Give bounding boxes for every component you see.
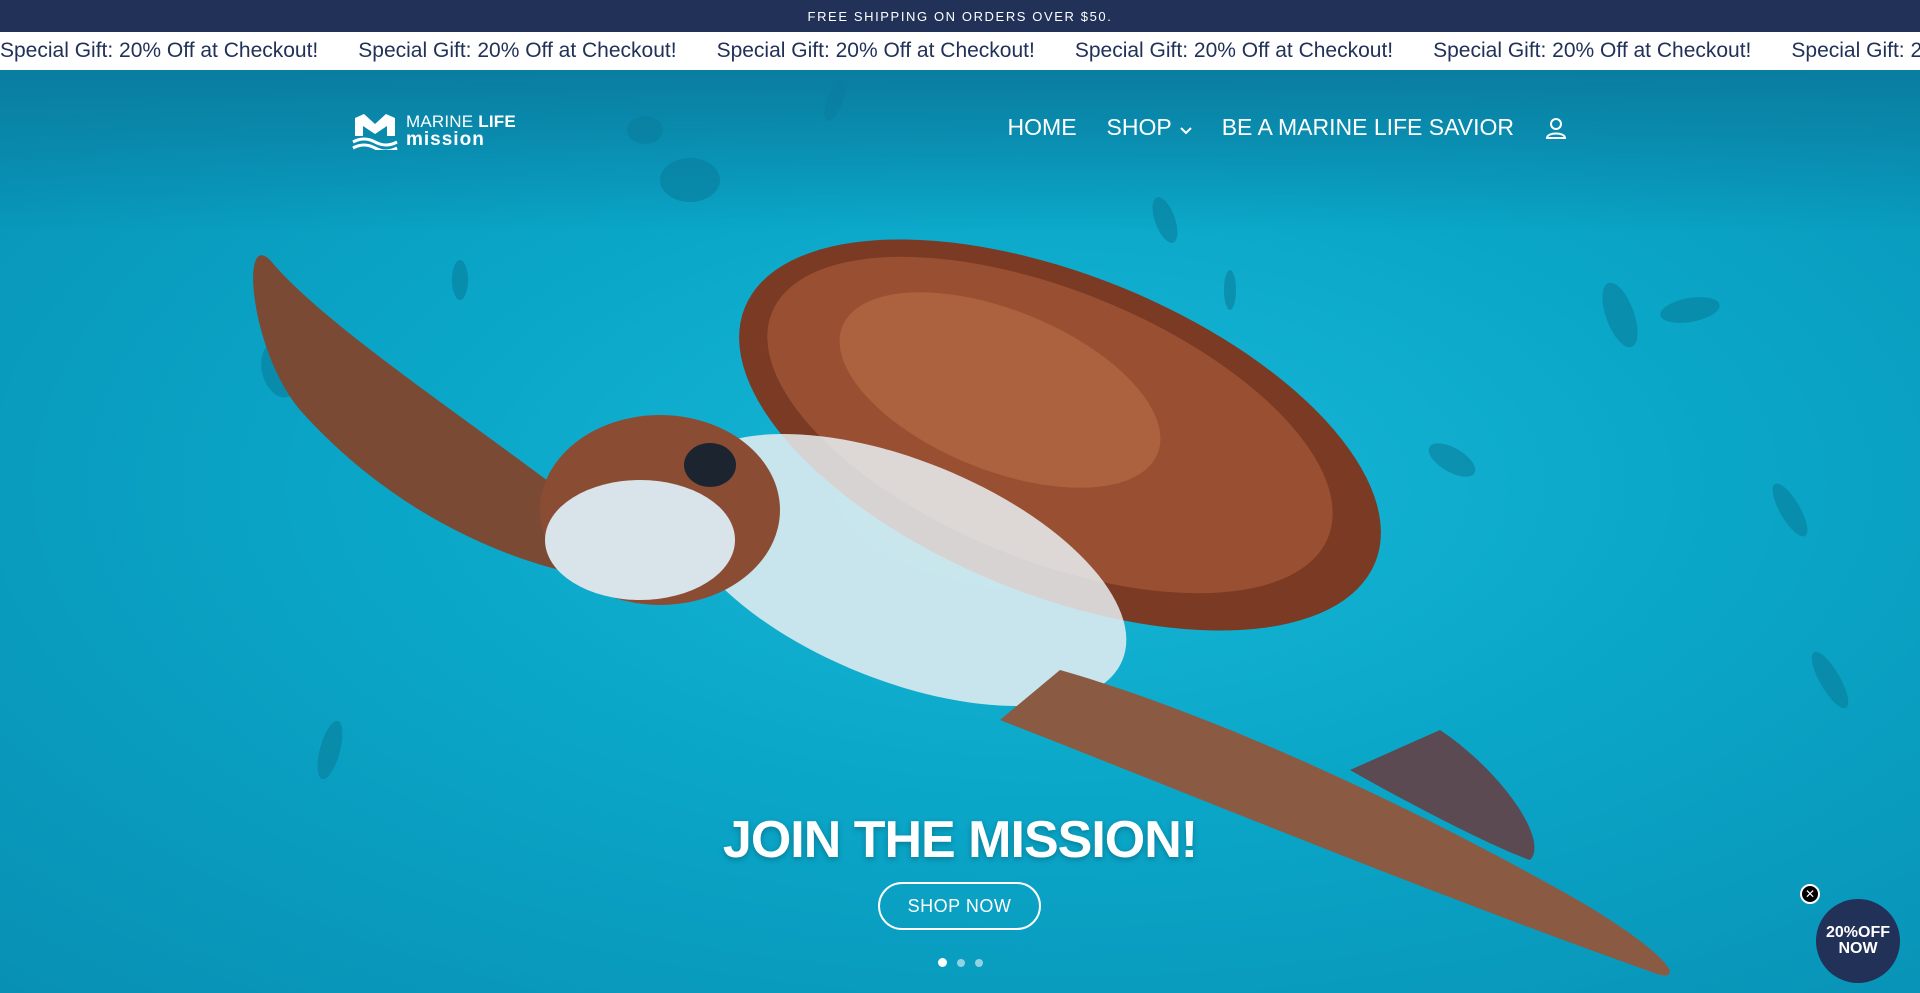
nav-shop-label: SHOP — [1106, 114, 1172, 140]
marquee-item: Special Gift: 20% Off at Checkout! — [1791, 39, 1920, 62]
hero-top-gradient — [0, 70, 1920, 230]
announcement-text: FREE SHIPPING ON ORDERS OVER $50. — [807, 8, 1113, 24]
account-icon[interactable] — [1544, 116, 1568, 140]
marquee-item: Special Gift: 20% Off at Checkout! — [1074, 39, 1394, 62]
marquee-item: Special Gift: 20% Off at Checkout! — [358, 39, 677, 62]
slide-dot-3[interactable] — [975, 958, 983, 967]
nav-item-marine-life-savior[interactable]: BE A MARINE LIFE SAVIOR — [1222, 114, 1514, 141]
promo-marquee: Special Gift: 20% Off at Checkout! Speci… — [0, 32, 1920, 70]
announcement-bar: FREE SHIPPING ON ORDERS OVER $50. — [0, 0, 1920, 32]
marquee-item: Special Gift: 20% Off at Checkout! — [1433, 39, 1752, 62]
slide-dot-1[interactable] — [938, 958, 947, 967]
nav-savior-label: BE A MARINE LIFE SAVIOR — [1221, 114, 1514, 140]
hero-headline: JOIN THE MISSION! — [722, 811, 1198, 869]
close-icon[interactable]: ✕ — [1800, 884, 1820, 904]
slide-dot-2[interactable] — [957, 958, 965, 967]
marquee-item: Special Gift: 20% Off at Checkout! — [716, 39, 1035, 62]
marquee-item: Special Gift: 20% Off at Checkout! — [0, 39, 319, 62]
discount-popup-button[interactable]: 20%OFF NOW — [1816, 899, 1900, 983]
promo-line2: NOW — [1838, 940, 1878, 957]
slideshow-dots — [938, 958, 983, 967]
site-logo[interactable]: MARINE LIFE mission — [352, 112, 516, 150]
logo-text-mission: mission — [406, 129, 485, 150]
main-nav: HOME SHOP BE A MARINE LIFE SAVIOR — [1008, 114, 1568, 141]
nav-home-label: HOME — [1007, 114, 1077, 140]
nav-item-home[interactable]: HOME — [1008, 114, 1077, 141]
logo-mark-icon — [352, 114, 398, 150]
hero-banner: MARINE LIFE mission HOME SHOP BE A MARIN… — [0, 70, 1920, 993]
chevron-down-icon — [1180, 122, 1192, 138]
promo-line1: 20%OFF — [1825, 924, 1890, 941]
nav-item-shop[interactable]: SHOP — [1107, 114, 1192, 141]
shop-now-button[interactable]: SHOP NOW — [878, 882, 1041, 930]
